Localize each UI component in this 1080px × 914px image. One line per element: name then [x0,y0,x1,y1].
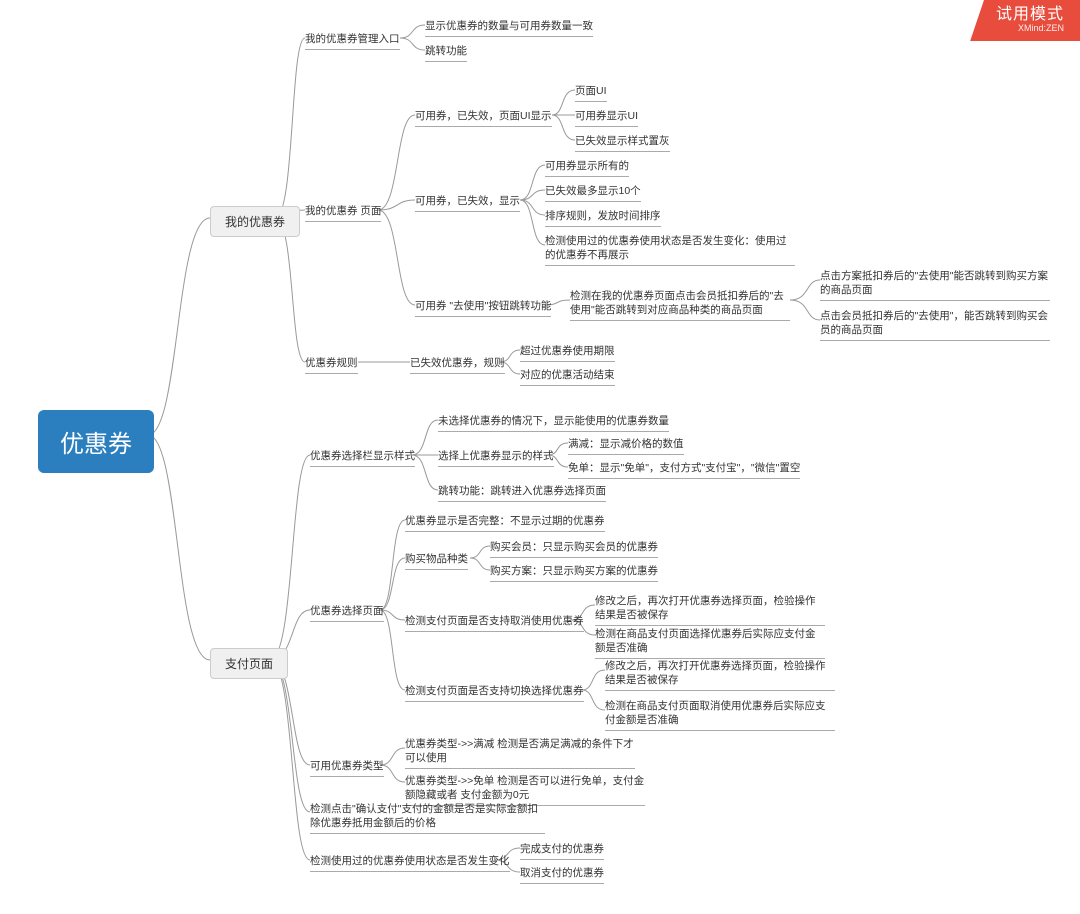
node-entry-count[interactable]: 显示优惠券的数量与可用券数量一致 [425,17,593,37]
node-gouse-plan[interactable]: 点击方案抵扣券后的"去使用"能否跳转到购买方案的商品页面 [820,267,1050,301]
node-confirm-pay[interactable]: 检测点击"确认支付"支付的金额是否是实际金额扣除优惠券抵用金额后的价格 [310,800,545,834]
node-entry[interactable]: 我的优惠券管理入口 [305,30,400,50]
node-page-show-2[interactable]: 已失效最多显示10个 [545,182,641,202]
node-selectpage-kind[interactable]: 购买物品种类 [405,550,468,570]
node-switch-1[interactable]: 修改之后，再次打开优惠券选择页面，检验操作结果是否被保存 [605,657,835,691]
node-kind-member[interactable]: 购买会员：只显示购买会员的优惠券 [490,538,658,558]
root-node[interactable]: 优惠券 [38,410,154,473]
node-page-show-1[interactable]: 可用券显示所有的 [545,157,629,177]
node-selectbar-selected-2[interactable]: 免单：显示"免单"，支付方式"支付宝"，"微信"置空 [568,459,800,479]
node-mycoupon-page[interactable]: 我的优惠券 页面 [305,202,381,222]
node-page-ui-3[interactable]: 已失效显示样式置灰 [575,132,670,152]
node-selectbar-selected-1[interactable]: 满减：显示减价格的数值 [568,435,684,455]
node-page-ui-2[interactable]: 可用券显示UI [575,107,638,127]
node-switch-2[interactable]: 检测在商品支付页面取消使用优惠券后实际应支付金额是否准确 [605,697,835,731]
node-switch-coupon[interactable]: 检测支付页面是否支持切换选择优惠券 [405,682,584,702]
node-cancel-coupon[interactable]: 检测支付页面是否支持取消使用优惠券 [405,612,584,632]
node-rule-expired[interactable]: 已失效优惠券，规则 [410,354,505,374]
node-used-done[interactable]: 完成支付的优惠券 [520,840,604,860]
node-page-ui[interactable]: 可用券，已失效，页面UI显示 [415,107,552,127]
node-cancel-1[interactable]: 修改之后，再次打开优惠券选择页面，检验操作结果是否被保存 [595,592,825,626]
node-page-gouse[interactable]: 可用券 "去使用"按钮跳转功能 [415,297,551,317]
node-selectbar-jump[interactable]: 跳转功能：跳转进入优惠券选择页面 [438,482,606,502]
node-page-show-3[interactable]: 排序规则，发放时间排序 [545,207,661,227]
node-page-show-4[interactable]: 检测使用过的优惠券使用状态是否发生变化：使用过的优惠券不再展示 [545,232,795,266]
node-gouse-member[interactable]: 点击会员抵扣券后的"去使用"，能否跳转到购买会员的商品页面 [820,307,1050,341]
branch-my-coupons[interactable]: 我的优惠券 [210,206,300,237]
node-page-show[interactable]: 可用券，已失效，显示 [415,192,520,212]
node-selectbar[interactable]: 优惠券选择栏显示样式 [310,447,415,467]
node-rule-expired-2[interactable]: 对应的优惠活动结束 [520,366,615,386]
node-kind-plan[interactable]: 购买方案：只显示购买方案的优惠券 [490,562,658,582]
mindmap-canvas: 优惠券 我的优惠券 支付页面 我的优惠券管理入口 显示优惠券的数量与可用券数量一… [0,0,1080,914]
node-rule[interactable]: 优惠券规则 [305,354,358,374]
node-type-full[interactable]: 优惠券类型->>满减 检测是否满足满减的条件下才可以使用 [405,735,635,769]
node-selectpage[interactable]: 优惠券选择页面 [310,602,384,622]
node-selectbar-selected[interactable]: 选择上优惠券显示的样式 [438,447,554,467]
node-used-status[interactable]: 检测使用过的优惠券使用状态是否发生变化 [310,852,510,872]
node-page-ui-1[interactable]: 页面UI [575,82,607,102]
node-used-cancel[interactable]: 取消支付的优惠券 [520,864,604,884]
node-page-gouse-detect[interactable]: 检测在我的优惠券页面点击会员抵扣券后的"去使用"能否跳转到对应商品种类的商品页面 [570,287,790,321]
node-coupon-type[interactable]: 可用优惠券类型 [310,757,384,777]
node-rule-expired-1[interactable]: 超过优惠券使用期限 [520,342,615,362]
node-selectbar-unselected[interactable]: 未选择优惠券的情况下，显示能使用的优惠券数量 [438,412,669,432]
branch-payment-page[interactable]: 支付页面 [210,648,288,679]
node-entry-jump[interactable]: 跳转功能 [425,42,467,62]
node-selectpage-complete[interactable]: 优惠券显示是否完整：不显示过期的优惠券 [405,512,605,532]
node-cancel-2[interactable]: 检测在商品支付页面选择优惠券后实际应支付金额是否准确 [595,625,825,659]
